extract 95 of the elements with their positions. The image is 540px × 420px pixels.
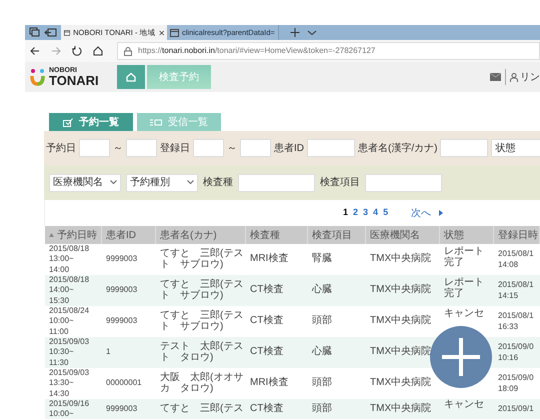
table-cell-text: レポート 完了 [444,247,485,268]
table-cell-text: 9999003 [106,316,138,327]
table-cell-text: 2015/09/0 10:16 [498,342,535,363]
table-cell-text: TMX中央病院 [370,378,432,389]
table-cell-text: TMX中央病院 [370,254,432,265]
page-link[interactable]: 1 [343,206,348,220]
chevron-down-icon [187,180,194,185]
range-separator: ～ [227,142,237,156]
plus-icon [442,338,480,376]
page-link[interactable]: 5 [383,206,388,220]
table-cell-text: キャンセ [444,309,485,320]
page-icon [64,28,70,36]
page-link[interactable]: 2 [353,206,358,220]
table-cell-text: 心臓 [312,347,333,358]
home-icon[interactable] [93,46,103,56]
text-field[interactable] [365,174,442,192]
text-field[interactable] [440,139,488,157]
table-cell-text: 2015/08/1 16:33 [498,311,535,332]
home-icon [126,72,136,82]
dropdown[interactable]: 医療機関名 [49,174,121,192]
table-cell-text: CT検査 [250,347,284,358]
table-cell-text: 2015/09/16 10:00~ [49,399,90,419]
table-cell-text: 2015/09/03 13:30~ 14:30 [49,368,90,399]
table-cell-text: てすと 三郎(テス ト サブロウ) [160,280,244,301]
checkbox-icon [63,118,73,126]
person-icon[interactable] [510,72,518,82]
table-cell-text: 2015/08/18 13:00~ 14:00 [49,244,90,275]
dropdown[interactable]: 予約種別 [126,174,198,192]
table-cell-text: レポート 完了 [444,278,485,299]
dropdown[interactable]: 状態 [491,139,540,157]
range-separator: ～ [113,142,123,156]
table-cell-text: TMX中央病院 [370,404,432,414]
forward-icon[interactable] [51,46,61,56]
date-field[interactable] [193,139,224,157]
next-link[interactable]: 次へ [411,206,432,220]
address-field[interactable]: https://tonari.nobori.in/tonari/#view=HomeView&token=-278267127 [117,42,540,60]
view-tab[interactable]: 予約一覧 [49,113,133,131]
table-cell-text: 頭部 [312,404,333,414]
table-cell-text: 心臓 [312,285,333,296]
table-cell-text: てすと 三郎(テス ト サブロウ) [160,249,244,270]
field-label: 患者名(漢字/カナ) [358,142,438,156]
field-label: 検査項目 [320,176,360,190]
close-icon[interactable] [158,28,164,36]
home-button[interactable] [117,65,145,89]
table-cell-text: てすと 三郎(テス [160,404,244,414]
page-icon [170,28,179,36]
table-cell-text: 00000001 [106,378,143,389]
table-cell-text: 大阪 太郎(オオサ カ タロウ) [160,373,244,394]
table-cell-text: テスト 太郎(テス ト タロウ) [160,342,244,363]
text-field[interactable] [238,174,315,192]
table-cell-text: CT検査 [250,285,284,296]
lock-icon [124,46,132,56]
refresh-icon[interactable] [72,46,82,56]
caret-right-icon [439,210,444,216]
logo-text: TONARI [49,74,99,87]
table-cell-text: 2015/08/18 14:00~ 15:30 [49,275,90,306]
url-text: https://tonari.nobori.in/tonari/#view=HomeView&token=-278267127 [138,45,376,57]
table-cell-text: 2015/09/1 [498,404,535,414]
table-cell-text: TMX中央病院 [370,316,432,327]
date-field[interactable] [79,139,110,157]
table-cell-text: 2015/08/1 14:08 [498,249,535,270]
table-cell-text: MRI検査 [250,254,290,265]
date-field[interactable] [240,139,271,157]
field-label: 登録日 [160,142,190,156]
table-cell-text: 9999003 [106,404,138,414]
table-cell-text: 頭部 [312,378,333,389]
field-label: 検査種 [203,176,233,190]
table-cell-text: 2015/08/24 10:00~ 11:00 [49,306,90,337]
table-cell-text: 2015/08/1 14:15 [498,280,535,301]
table-cell-text: てすと 三郎(テス ト サブロウ) [160,311,244,332]
text-field[interactable] [307,139,355,157]
back-icon[interactable] [30,46,40,56]
table-cell-text: 2015/09/0 18:09 [498,373,535,394]
chevron-down-icon [110,180,117,185]
table-cell-text: MRI検査 [250,378,290,389]
logo-icon [30,68,46,86]
page-link[interactable]: 3 [363,206,368,220]
field-label: 患者ID [274,142,304,156]
date-field[interactable] [126,139,157,157]
table-cell-text: キャンセ [444,400,485,410]
table-cell-text: 頭部 [312,316,333,327]
table-cell-text: TMX中央病院 [370,285,432,296]
table-cell-text: 9999003 [106,285,138,296]
page-link[interactable]: 4 [373,206,378,220]
table-cell-text: 腎臓 [312,254,333,265]
table-cell-text: 2015/09/03 10:30~ 11:30 [49,337,90,368]
user-name[interactable]: リン [520,70,540,84]
table-cell-text: 1 [106,347,112,358]
table-cell-text: 9999003 [106,254,138,265]
table-cell-text: CT検査 [250,404,284,414]
field-label: 予約日 [46,142,76,156]
mail-icon[interactable] [490,73,501,81]
table-cell-text: CT検査 [250,316,284,327]
table-cell-text: TMX中央病院 [370,347,432,358]
inbox-icon [150,118,162,126]
